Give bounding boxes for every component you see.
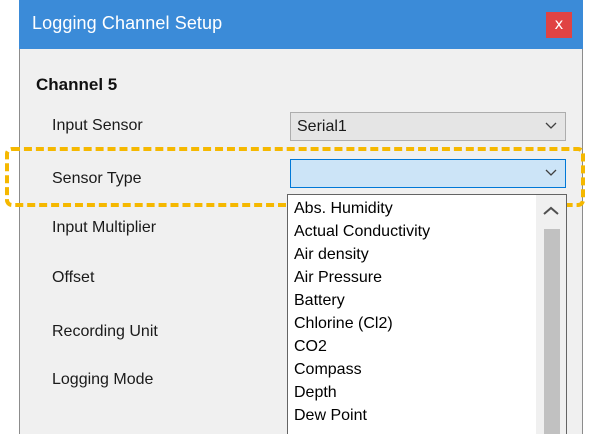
chevron-down-icon: [545, 122, 557, 129]
dropdown-option[interactable]: Battery: [294, 292, 345, 310]
dropdown-option[interactable]: Depth: [294, 384, 337, 402]
chevron-down-icon: [545, 169, 557, 176]
dropdown-option[interactable]: Air Pressure: [294, 269, 382, 287]
sensor-type-label: Sensor Type: [52, 170, 142, 187]
dropdown-option[interactable]: Compass: [294, 361, 362, 379]
logging-mode-label: Logging Mode: [52, 371, 154, 388]
input-sensor-select[interactable]: Serial1: [290, 112, 566, 141]
dropdown-scrollbar[interactable]: [536, 195, 566, 434]
dropdown-option[interactable]: Chlorine (Cl2): [294, 315, 393, 333]
window-title: Logging Channel Setup: [32, 13, 223, 33]
offset-label: Offset: [52, 269, 95, 286]
sensor-type-select[interactable]: [290, 159, 566, 188]
input-multiplier-label: Input Multiplier: [52, 219, 157, 236]
dropdown-option[interactable]: Actual Conductivity: [294, 223, 430, 241]
close-button[interactable]: x: [546, 12, 572, 38]
dropdown-option[interactable]: CO2: [294, 338, 327, 356]
dropdown-option[interactable]: Air density: [294, 246, 369, 264]
dropdown-option[interactable]: Dew Point: [294, 407, 367, 425]
title-bar: Logging Channel Setup x: [19, 0, 583, 49]
input-sensor-value: Serial1: [297, 118, 347, 135]
sensor-type-dropdown[interactable]: Abs. Humidity Actual Conductivity Air de…: [287, 194, 567, 434]
dropdown-option[interactable]: Abs. Humidity: [294, 200, 393, 218]
close-icon: x: [554, 15, 564, 33]
channel-heading: Channel 5: [36, 75, 118, 94]
input-sensor-label: Input Sensor: [52, 117, 143, 134]
scrollbar-thumb[interactable]: [544, 229, 560, 434]
recording-unit-label: Recording Unit: [52, 323, 158, 340]
chevron-up-icon[interactable]: [536, 201, 566, 221]
